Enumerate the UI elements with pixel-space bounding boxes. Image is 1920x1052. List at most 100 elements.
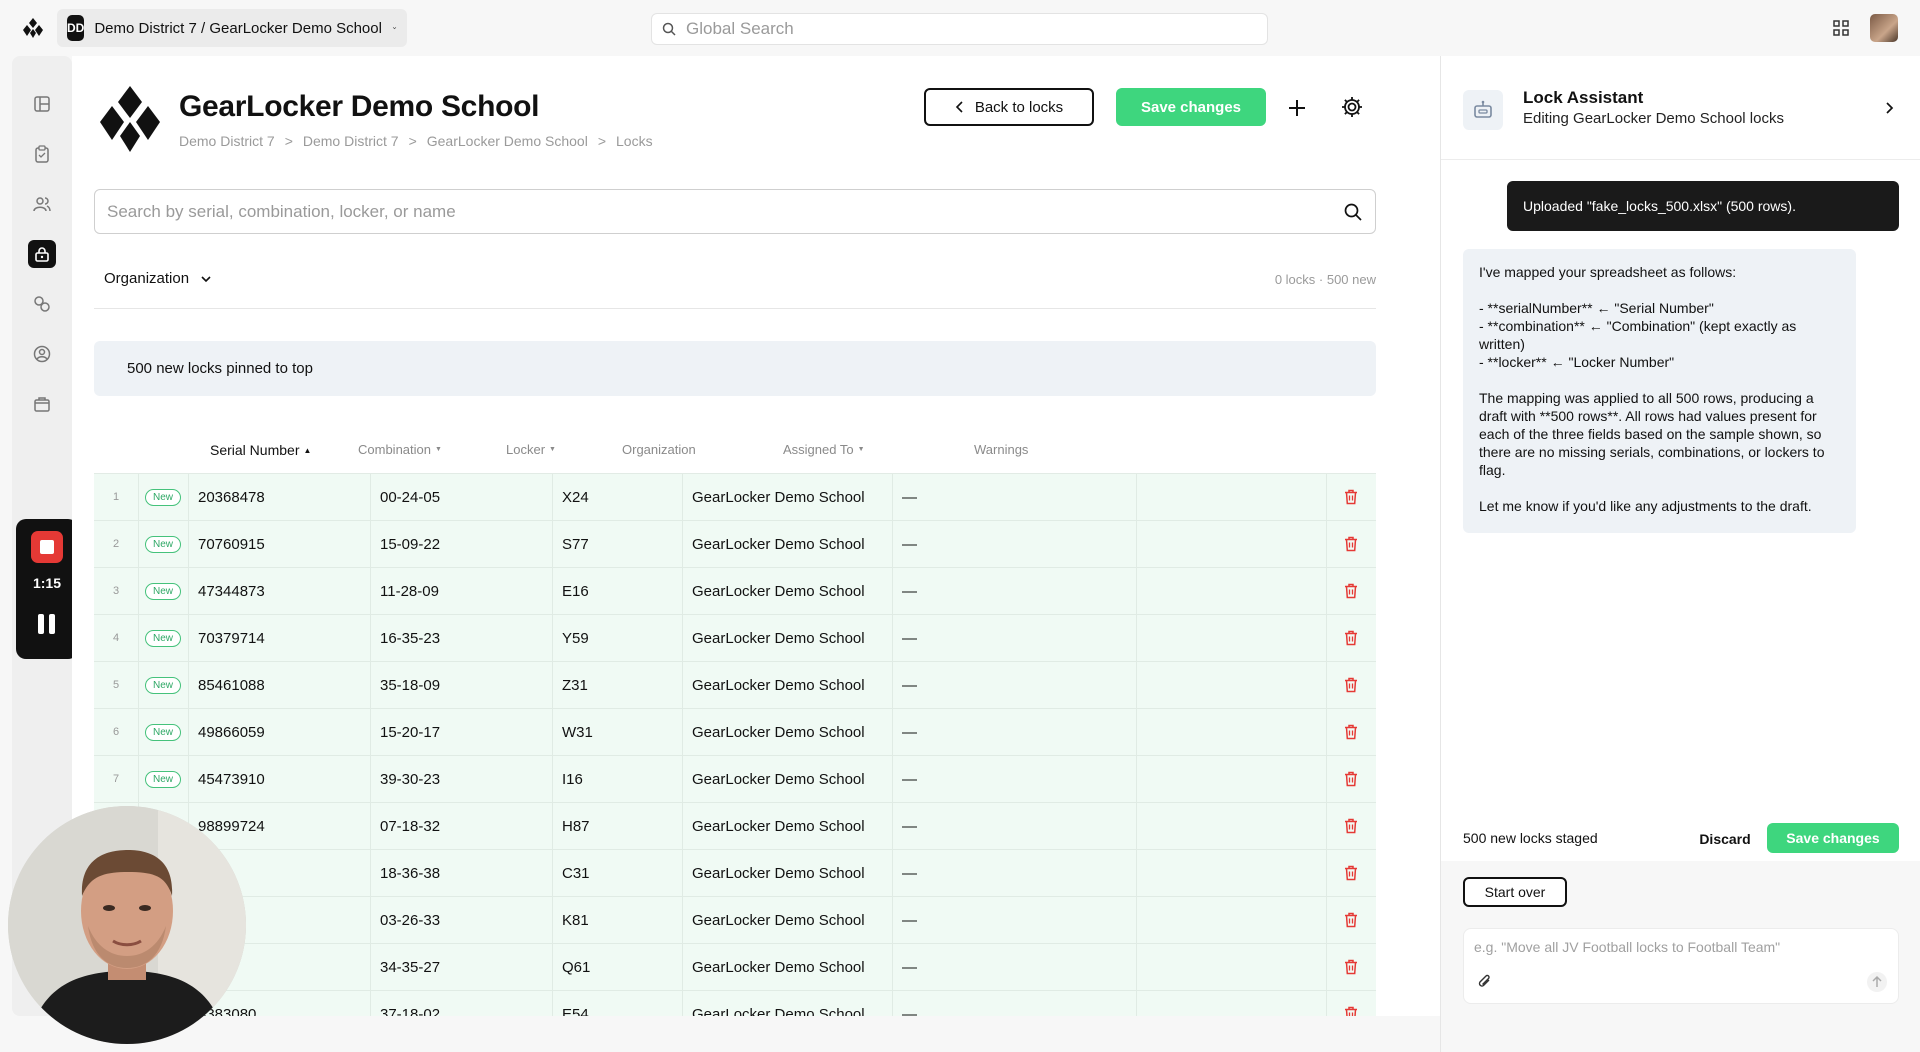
gear-icon[interactable] — [1340, 95, 1364, 119]
chevron-right-icon[interactable] — [1881, 100, 1897, 116]
grid-icon[interactable] — [1831, 18, 1851, 38]
assigned-cell[interactable]: — — [902, 615, 917, 661]
assigned-cell[interactable]: — — [902, 850, 917, 896]
delete-row-button[interactable] — [1336, 709, 1366, 755]
organization-cell[interactable]: GearLocker Demo School — [692, 756, 865, 802]
combination-cell[interactable]: 35-18-09 — [380, 662, 440, 708]
table-row[interactable]: 4 New 70379714 16-35-23 Y59 GearLocker Demo S… — [94, 615, 1376, 662]
organization-cell[interactable]: GearLocker Demo School — [692, 803, 865, 849]
locker-cell[interactable]: K81 — [562, 897, 589, 943]
global-search[interactable] — [651, 13, 1268, 45]
lock-search[interactable] — [94, 189, 1376, 234]
serial-cell[interactable]: 45473910 — [198, 756, 265, 802]
discard-button[interactable]: Discard — [1685, 825, 1765, 853]
plus-icon[interactable] — [1284, 95, 1310, 121]
breadcrumb-item[interactable]: GearLocker Demo School — [427, 133, 588, 149]
assigned-cell[interactable]: — — [902, 944, 917, 990]
locker-cell[interactable]: E16 — [562, 568, 589, 614]
column-header-warnings[interactable]: Warnings — [974, 442, 1028, 457]
delete-row-button[interactable] — [1336, 615, 1366, 661]
back-to-locks-button[interactable]: Back to locks — [924, 88, 1094, 126]
send-arrow-icon[interactable] — [1866, 971, 1888, 993]
assigned-cell[interactable]: — — [902, 756, 917, 802]
lock-search-input[interactable] — [107, 201, 1343, 222]
table-row[interactable]: 1 New 20368478 00-24-05 X24 GearLocker Demo S… — [94, 474, 1376, 521]
rail-checklist[interactable] — [28, 140, 56, 168]
table-row[interactable]: 12New438308037-18-02E54GearLocker Demo S… — [94, 991, 1376, 1016]
global-search-input[interactable] — [686, 19, 1257, 39]
assigned-cell[interactable]: — — [902, 568, 917, 614]
combination-cell[interactable]: 39-30-23 — [380, 756, 440, 802]
column-header-serial[interactable]: Serial Number ▲ — [210, 442, 311, 458]
column-header-assigned[interactable]: Assigned To ▼ — [783, 442, 865, 457]
combination-cell[interactable]: 34-35-27 — [380, 944, 440, 990]
organization-cell[interactable]: GearLocker Demo School — [692, 991, 865, 1017]
rail-transfers[interactable] — [28, 290, 56, 318]
save-changes-button[interactable]: Save changes — [1116, 88, 1266, 126]
table-row[interactable]: 5 New 85461088 35-18-09 Z31 GearLocker Demo S… — [94, 662, 1376, 709]
paperclip-icon[interactable] — [1476, 973, 1494, 991]
serial-cell[interactable]: 85461088 — [198, 662, 265, 708]
combination-cell[interactable]: 37-18-02 — [380, 991, 440, 1017]
table-row[interactable]: 3 New 47344873 11-28-09 E16 GearLocker Demo S… — [94, 568, 1376, 615]
organization-cell[interactable]: GearLocker Demo School — [692, 474, 865, 520]
combination-cell[interactable]: 03-26-33 — [380, 897, 440, 943]
organization-cell[interactable]: GearLocker Demo School — [692, 944, 865, 990]
rail-locks[interactable] — [28, 240, 56, 268]
locker-cell[interactable]: S77 — [562, 521, 589, 567]
chat-input[interactable] — [1463, 928, 1899, 1004]
assigned-cell[interactable]: — — [902, 709, 917, 755]
assistant-save-button[interactable]: Save changes — [1767, 823, 1899, 853]
table-row[interactable]: 11New434934-35-27Q61GearLocker Demo Scho… — [94, 944, 1376, 991]
delete-row-button[interactable] — [1336, 803, 1366, 849]
combination-cell[interactable]: 07-18-32 — [380, 803, 440, 849]
assigned-cell[interactable]: — — [902, 662, 917, 708]
column-header-combination[interactable]: Combination ▼ — [358, 442, 442, 457]
delete-row-button[interactable] — [1336, 756, 1366, 802]
start-over-button[interactable]: Start over — [1463, 877, 1567, 907]
assigned-cell[interactable]: — — [902, 803, 917, 849]
rail-store[interactable] — [28, 390, 56, 418]
table-row[interactable]: 8New9889972407-18-32H87GearLocker Demo S… — [94, 803, 1376, 850]
locker-cell[interactable]: Q61 — [562, 944, 590, 990]
organization-cell[interactable]: GearLocker Demo School — [692, 709, 865, 755]
serial-cell[interactable]: 70760915 — [198, 521, 265, 567]
organization-cell[interactable]: GearLocker Demo School — [692, 662, 865, 708]
combination-cell[interactable]: 18-36-38 — [380, 850, 440, 896]
organization-cell[interactable]: GearLocker Demo School — [692, 615, 865, 661]
search-icon[interactable] — [1343, 202, 1363, 222]
delete-row-button[interactable] — [1336, 474, 1366, 520]
pause-icon[interactable] — [38, 614, 56, 636]
locker-cell[interactable]: Y59 — [562, 615, 589, 661]
org-switcher[interactable]: DD Demo District 7 / GearLocker Demo Sch… — [57, 9, 407, 47]
combination-cell[interactable]: 16-35-23 — [380, 615, 440, 661]
assigned-cell[interactable]: — — [902, 474, 917, 520]
rail-users[interactable] — [28, 190, 56, 218]
serial-cell[interactable]: 47344873 — [198, 568, 265, 614]
table-row[interactable]: 7 New 45473910 39-30-23 I16 GearLocker Demo S… — [94, 756, 1376, 803]
delete-row-button[interactable] — [1336, 897, 1366, 943]
assigned-cell[interactable]: — — [902, 521, 917, 567]
locker-cell[interactable]: X24 — [562, 474, 589, 520]
combination-cell[interactable]: 15-20-17 — [380, 709, 440, 755]
locker-cell[interactable]: H87 — [562, 803, 590, 849]
table-row[interactable]: 9New299718-36-38C31GearLocker Demo Schoo… — [94, 850, 1376, 897]
organization-cell[interactable]: GearLocker Demo School — [692, 850, 865, 896]
table-row[interactable]: 10New04803-26-33K81GearLocker Demo Schoo… — [94, 897, 1376, 944]
locker-cell[interactable]: Z31 — [562, 662, 588, 708]
serial-cell[interactable]: 70379714 — [198, 615, 265, 661]
avatar[interactable] — [1870, 14, 1898, 42]
table-row[interactable]: 2 New 70760915 15-09-22 S77 GearLocker Demo S… — [94, 521, 1376, 568]
delete-row-button[interactable] — [1336, 521, 1366, 567]
delete-row-button[interactable] — [1336, 944, 1366, 990]
logo-icon[interactable] — [22, 17, 44, 39]
serial-cell[interactable]: 49866059 — [198, 709, 265, 755]
breadcrumb-item[interactable]: Locks — [616, 133, 653, 149]
column-header-organization[interactable]: Organization — [622, 442, 696, 457]
locker-cell[interactable]: I16 — [562, 756, 583, 802]
organization-cell[interactable]: GearLocker Demo School — [692, 568, 865, 614]
rail-profile[interactable] — [28, 340, 56, 368]
serial-cell[interactable]: 20368478 — [198, 474, 265, 520]
column-header-locker[interactable]: Locker ▼ — [506, 442, 556, 457]
organization-cell[interactable]: GearLocker Demo School — [692, 521, 865, 567]
